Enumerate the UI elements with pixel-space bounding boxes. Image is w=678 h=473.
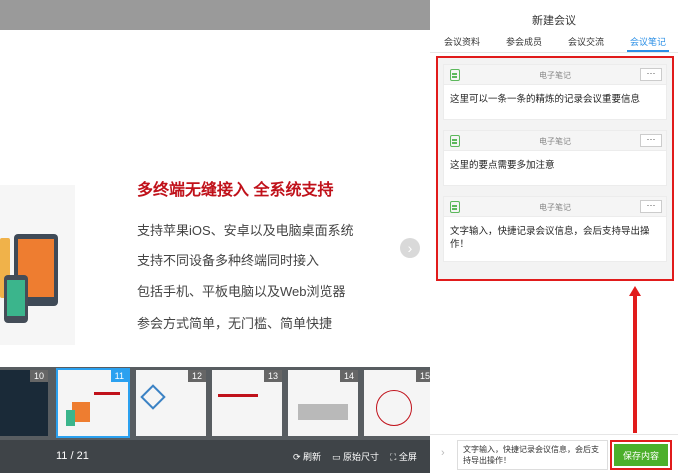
thumbnail-number: 11 — [110, 370, 128, 382]
slide-thumbnail[interactable]: 15 — [364, 370, 430, 436]
more-options-button[interactable]: ··· — [640, 200, 662, 213]
devices-illustration — [0, 234, 58, 323]
more-options-button[interactable]: ··· — [640, 134, 662, 147]
meeting-panel: 新建会议 会议资料 参会成员 会议交流 会议笔记 电子笔记 ··· 这里可以一条… — [430, 0, 678, 473]
slide-thumbnail[interactable]: 13 — [212, 370, 282, 436]
player-controls: 11 / 21 ⟳ 刷新 ▭ 原始尺寸 ⛶ 全屏 — [0, 440, 430, 473]
slide-thumbnail[interactable]: 10 — [0, 370, 48, 436]
expand-icon: ⛶ — [390, 452, 399, 462]
tab-participants[interactable]: 参会成员 — [506, 35, 542, 48]
slide-thumbnail[interactable]: 12 — [136, 370, 206, 436]
top-bar — [0, 0, 430, 30]
refresh-button[interactable]: ⟳ 刷新 — [293, 450, 321, 463]
annotation-arrow — [629, 286, 641, 434]
next-slide-button[interactable]: › — [400, 238, 420, 258]
note-header: 电子笔记 ··· — [444, 131, 666, 151]
note-header: 电子笔记 ··· — [444, 197, 666, 217]
original-size-button[interactable]: ▭ 原始尺寸 — [332, 450, 379, 463]
note-text: 文字输入，快捷记录会议信息，会后支持导出操作！ — [450, 226, 650, 250]
thumbnail-number: 15 — [415, 370, 430, 382]
thumbnail-number: 10 — [29, 370, 48, 382]
slide-bullet: 支持不同设备多种终端同时接入 — [137, 253, 320, 268]
tab-meeting-notes[interactable]: 会议笔记 — [630, 35, 666, 48]
slide-bullet: 包括手机、平板电脑以及Web浏览器 — [137, 284, 346, 299]
slide-title: 多终端无缝接入 全系统支持 — [137, 182, 334, 199]
note-card: 电子笔记 ··· 这里的要点需要多加注意 — [443, 130, 667, 186]
page-counter: 11 / 21 — [56, 450, 89, 462]
chevron-right-icon: › — [441, 447, 445, 459]
thumbnail-number: 14 — [339, 370, 358, 382]
active-tab-indicator — [627, 50, 669, 52]
save-highlight: 保存内容 — [610, 440, 672, 470]
slide-thumbnail-active[interactable]: 11 — [56, 368, 130, 438]
slide-bullet: 支持苹果iOS、安卓以及电脑桌面系统 — [137, 223, 354, 238]
note-label: 电子笔记 — [539, 137, 571, 146]
fullscreen-button[interactable]: ⛶ 全屏 — [390, 450, 417, 463]
panel-title: 新建会议 — [532, 15, 576, 27]
current-slide: 多终端无缝接入 全系统支持 支持苹果iOS、安卓以及电脑桌面系统 支持不同设备多… — [0, 30, 430, 367]
save-button[interactable]: 保存内容 — [614, 444, 668, 466]
note-input-bar: › 文字输入，快捷记录会议信息，会后支持导出操作！ 保存内容 — [430, 434, 678, 473]
tab-bar: 会议资料 参会成员 会议交流 会议笔记 — [430, 35, 678, 53]
chevron-right-icon: › — [407, 240, 413, 256]
note-card: 电子笔记 ··· 这里可以一条一条的精炼的记录会议重要信息 — [443, 64, 667, 120]
note-text: 这里可以一条一条的精炼的记录会议重要信息 — [450, 94, 641, 105]
note-header: 电子笔记 ··· — [444, 65, 666, 85]
tab-meeting-chat[interactable]: 会议交流 — [568, 35, 604, 48]
thumbnail-strip[interactable]: 10 11 12 13 14 15 — [0, 367, 430, 440]
presentation-viewer: 多终端无缝接入 全系统支持 支持苹果iOS、安卓以及电脑桌面系统 支持不同设备多… — [0, 0, 430, 473]
note-label: 电子笔记 — [539, 71, 571, 80]
slide-thumbnail[interactable]: 14 — [288, 370, 358, 436]
note-label: 电子笔记 — [539, 203, 571, 212]
more-options-button[interactable]: ··· — [640, 68, 662, 81]
notes-list: 电子笔记 ··· 这里可以一条一条的精炼的记录会议重要信息 电子笔记 ··· 这… — [436, 56, 674, 281]
refresh-icon: ⟳ — [293, 452, 304, 462]
note-input[interactable]: 文字输入，快捷记录会议信息，会后支持导出操作！ — [457, 440, 608, 470]
frame-icon: ▭ — [332, 452, 344, 462]
note-text: 这里的要点需要多加注意 — [450, 160, 555, 171]
tab-meeting-materials[interactable]: 会议资料 — [444, 35, 480, 48]
thumbnail-number: 13 — [263, 370, 282, 382]
note-card: 电子笔记 ··· 文字输入，快捷记录会议信息，会后支持导出操作！ — [443, 196, 667, 262]
slide-bullet: 参会方式简单，无门槛、简单快捷 — [137, 316, 333, 331]
thumbnail-number: 12 — [187, 370, 206, 382]
